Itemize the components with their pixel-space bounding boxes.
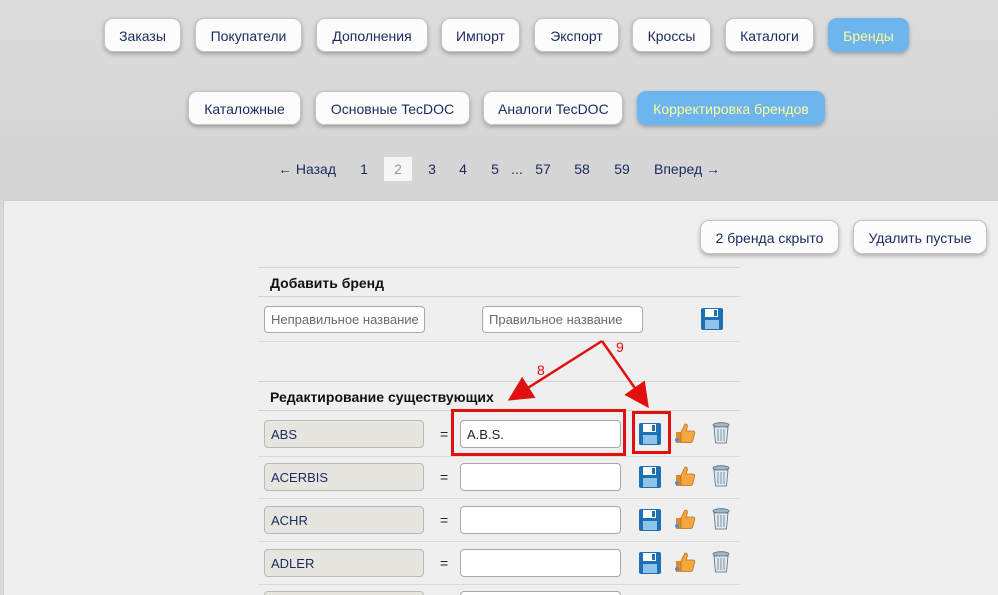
annotation-label-9: 9 [616,339,624,355]
brand-correction-input-adler[interactable] [460,549,621,577]
tab-customers[interactable]: Покупатели [195,18,302,52]
subtab-analogs-tecdoc[interactable]: Аналоги TecDOC [483,91,623,125]
brand-name-achr: ACHR [264,506,424,534]
brand-name-abs: ABS [264,420,424,448]
equals-sign: = [440,469,449,485]
brand-correction-input-achr[interactable] [460,506,621,534]
hidden-brands-button[interactable]: 2 бренда скрыто [700,220,839,254]
pager-page-3[interactable]: 3 [424,157,440,181]
wrong-name-input[interactable] [264,306,425,333]
pager-page-4[interactable]: 4 [455,157,471,181]
pager-page-5[interactable]: 5 [487,157,503,181]
equals-sign: = [440,512,449,528]
divider [258,341,740,342]
save-icon[interactable] [638,465,662,489]
brand-name-adler: ADLER [264,549,424,577]
tab-brands[interactable]: Бренды [828,18,909,52]
divider [258,456,740,457]
brand-name-acerbis: ACERBIS [264,463,424,491]
trash-icon[interactable] [709,550,733,574]
subtab-brand-correction[interactable]: Корректировка брендов [637,91,825,125]
save-icon[interactable] [638,551,662,575]
pager-prev[interactable]: ← Назад [276,157,338,181]
tab-additions[interactable]: Дополнения [316,18,428,52]
pager-ellipsis: ... [511,161,523,177]
pager-page-2-current: 2 [384,157,412,181]
save-icon[interactable] [700,307,724,331]
divider [258,498,740,499]
trash-icon[interactable] [709,421,733,445]
pager-page-58[interactable]: 58 [570,157,594,181]
thumbs-up-icon[interactable] [673,464,697,488]
annotation-box-save [632,411,671,454]
divider [258,584,740,585]
pager-page-1[interactable]: 1 [356,157,372,181]
subtab-catalog-brands[interactable]: Каталожные [188,91,301,125]
annotation-box-input [451,409,626,456]
annotation-label-8: 8 [537,362,545,378]
pager-next[interactable]: Вперед → [652,157,722,181]
save-icon[interactable] [638,508,662,532]
trash-icon[interactable] [709,464,733,488]
tab-catalogs[interactable]: Каталоги [725,18,814,52]
tab-export[interactable]: Экспорт [534,18,619,52]
tab-crosses[interactable]: Кроссы [632,18,711,52]
correct-name-input[interactable] [482,306,643,333]
thumbs-up-icon[interactable] [673,421,697,445]
brand-correction-input-partial[interactable] [460,591,621,595]
equals-sign: = [440,555,449,571]
pager-page-57[interactable]: 57 [531,157,555,181]
thumbs-up-icon[interactable] [673,507,697,531]
add-brand-title: Добавить бренд [258,267,740,297]
tab-import[interactable]: Импорт [441,18,520,52]
divider [258,541,740,542]
brand-name-partial [264,591,424,595]
tab-orders[interactable]: Заказы [104,18,181,52]
trash-icon[interactable] [709,507,733,531]
thumbs-up-icon[interactable] [673,550,697,574]
subtab-main-tecdoc[interactable]: Основные TecDOC [315,91,470,125]
delete-empty-button[interactable]: Удалить пустые [853,220,987,254]
pager-page-59[interactable]: 59 [610,157,634,181]
brand-correction-input-acerbis[interactable] [460,463,621,491]
edit-existing-title: Редактирование существующих [258,381,740,411]
